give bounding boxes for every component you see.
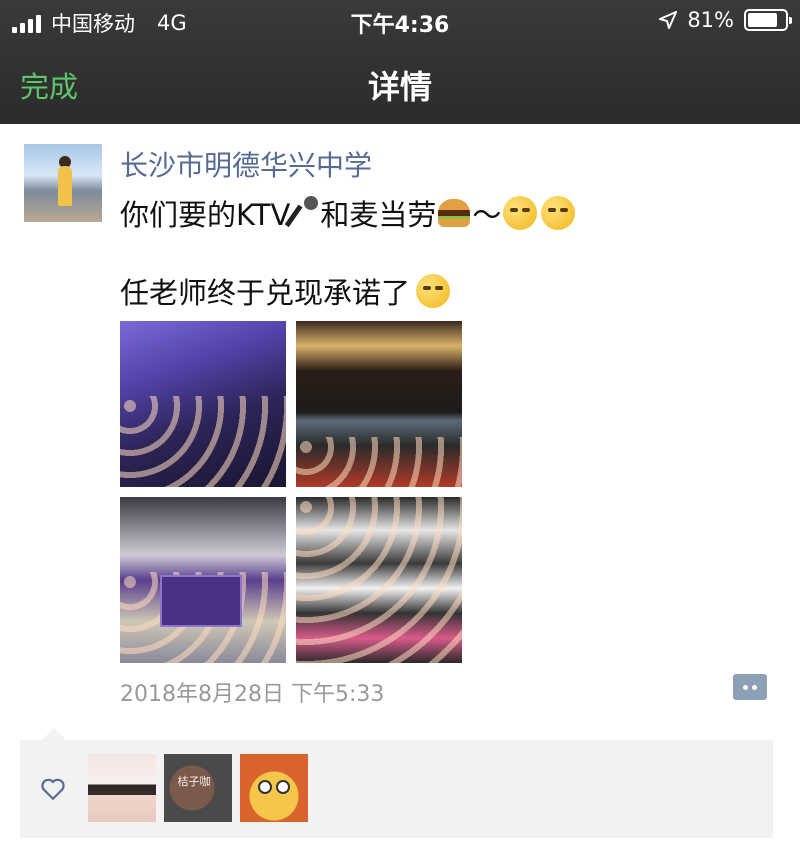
graduation-crowd-photo[interactable] [296,497,462,663]
post-text-part3: 任老师终于兑现承诺了 [120,276,411,310]
liker-sign-text: 桔子咖 [177,775,211,788]
mcdonalds-photo[interactable] [296,321,462,487]
liker-avatar[interactable] [88,754,156,822]
post-timestamp: 2018年8月28日 下午5:33 [120,682,385,707]
crowd-pattern [296,437,462,487]
smirk-emoji-icon [541,196,576,230]
status-bar: 中国移动 4G 下午4:36 81% [0,0,800,40]
ktv-group-photo[interactable] [120,321,286,487]
comment-menu-button[interactable] [733,674,767,700]
status-right: 81% [659,8,792,32]
smirk-emoji-icon [503,196,538,230]
post-text-tilde: ～ [472,198,502,232]
crowd-pattern [120,395,286,487]
avatar-figure-body [58,166,72,206]
school-banner [160,575,242,627]
hamburger-icon [438,199,471,227]
author-name[interactable]: 长沙市明德华兴中学 [120,144,372,184]
post-text-part1: 你们要的KTV [120,198,291,232]
battery-level [748,13,778,27]
post-text-part2: 和麦当劳 [320,198,437,232]
liker-avatar[interactable]: 桔子咖 [164,754,232,822]
nav-bar: 完成 详情 [0,44,800,124]
battery-icon [744,9,792,31]
header: 中国移动 4G 下午4:36 81% 完成 详情 [0,0,800,124]
liker-avatar[interactable] [240,754,308,822]
post-text-line2: 任老师终于兑现承诺了 [120,270,452,312]
microphone-icon [292,196,319,230]
page-title: 详情 [367,68,432,106]
thinking-emoji-icon [416,274,451,308]
post-text-line1: 你们要的KTV 和麦当劳 ～ [120,192,577,234]
cartoon-eyes [258,780,290,796]
battery-percent: 81% [687,8,734,32]
gym-group-banner-photo[interactable] [120,497,286,663]
author-avatar[interactable] [24,144,102,222]
likes-panel: 桔子咖 [20,728,773,838]
heart-icon [41,778,65,801]
crowd-pattern [296,497,462,663]
location-arrow-icon [659,11,678,29]
